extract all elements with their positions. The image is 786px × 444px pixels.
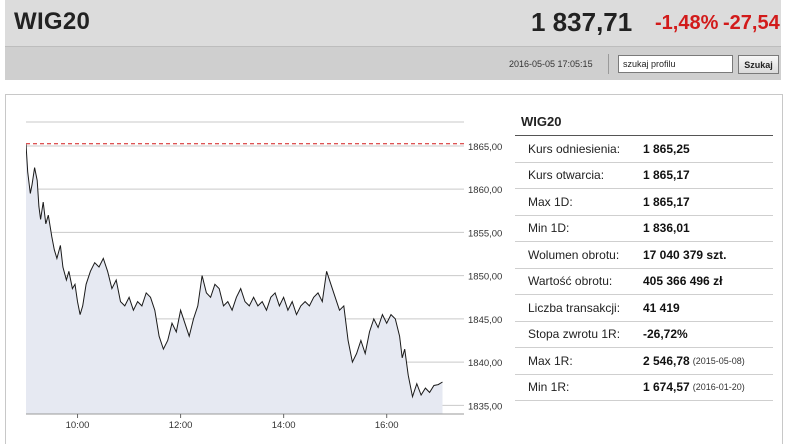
intraday-chart-svg: 1835,00 1840,00 1845,00 1850,00 1855,00 1860,… xyxy=(25,121,502,431)
stats-value: -26,72% xyxy=(643,327,688,342)
divider xyxy=(608,54,609,74)
stats-row: Max 1R: 2 546,78 (2015-05-08) xyxy=(515,348,773,375)
stats-table: WIG20 Kurs odniesienia: 1 865,25 Kurs otwa… xyxy=(515,108,773,401)
stats-label: Wartość obrotu: xyxy=(528,274,613,289)
stats-label: Stopa zwrotu 1R: xyxy=(528,327,621,342)
stats-label: Liczba transakcji: xyxy=(528,300,621,315)
stats-value: 17 040 379 szt. xyxy=(643,247,727,262)
last-price: 1 837,71 xyxy=(531,7,633,37)
stats-value: 1 865,17 xyxy=(643,194,690,209)
y-tick-label: 1835,00 xyxy=(468,401,502,412)
price-area xyxy=(26,144,443,414)
stats-row: Kurs odniesienia: 1 865,25 xyxy=(515,136,773,163)
quote-header: WIG20 1 837,71 -1,48% -27,54 2016-05-05 … xyxy=(5,0,781,80)
change-percent: -1,48% xyxy=(655,12,719,34)
stats-row: Kurs otwarcia: 1 865,17 xyxy=(515,163,773,189)
stats-value: 1 865,25 xyxy=(643,141,690,156)
stats-row: Wartość obrotu: 405 366 496 zł xyxy=(515,269,773,295)
stats-label: Wolumen obrotu: xyxy=(528,247,620,262)
stats-value: 2 546,78 xyxy=(643,353,690,368)
profile-search-input[interactable] xyxy=(618,55,733,73)
x-tick-label: 14:00 xyxy=(272,420,296,431)
stats-date: (2016-01-20) xyxy=(692,382,745,393)
stats-label: Kurs odniesienia: xyxy=(528,141,621,156)
stats-title: WIG20 xyxy=(515,108,773,136)
stats-value: 1 836,01 xyxy=(643,221,690,236)
y-tick-label: 1845,00 xyxy=(468,315,502,326)
search-button[interactable]: Szukaj xyxy=(738,55,779,74)
stats-label: Min 1R: xyxy=(528,380,570,395)
y-tick-label: 1855,00 xyxy=(468,228,502,239)
y-tick-label: 1840,00 xyxy=(468,358,502,369)
stats-label: Max 1R: xyxy=(528,353,573,368)
stats-date: (2015-05-08) xyxy=(692,355,745,366)
intraday-chart: 1835,00 1840,00 1845,00 1850,00 1855,00 1860,… xyxy=(25,114,506,444)
x-tick-label: 10:00 xyxy=(66,420,90,431)
stats-rows: Kurs odniesienia: 1 865,25 Kurs otwarcia: 1… xyxy=(515,136,773,401)
x-tick-label: 16:00 xyxy=(375,420,399,431)
stats-row: Max 1D: 1 865,17 xyxy=(515,189,773,216)
stats-value: 405 366 496 zł xyxy=(643,274,723,289)
stats-label: Min 1D: xyxy=(528,221,570,236)
stats-row: Min 1R: 1 674,57 (2016-01-20) xyxy=(515,375,773,401)
stats-label: Max 1D: xyxy=(528,194,573,209)
instrument-title: WIG20 xyxy=(14,8,91,35)
stats-row: Liczba transakcji: 41 419 xyxy=(515,295,773,322)
stats-value: 1 674,57 xyxy=(643,380,690,395)
stats-value: 41 419 xyxy=(643,300,680,315)
stats-label: Kurs otwarcia: xyxy=(528,168,605,183)
stats-row: Wolumen obrotu: 17 040 379 szt. xyxy=(515,242,773,269)
quote-timestamp: 2016-05-05 17:05:15 xyxy=(509,59,593,69)
y-tick-label: 1850,00 xyxy=(468,272,502,283)
y-tick-label: 1865,00 xyxy=(468,142,502,153)
y-tick-label: 1860,00 xyxy=(468,185,502,196)
x-tick-label: 12:00 xyxy=(169,420,193,431)
change-absolute: -27,54 xyxy=(723,12,780,34)
stats-value: 1 865,17 xyxy=(643,168,690,183)
stats-row: Min 1D: 1 836,01 xyxy=(515,216,773,242)
stats-row: Stopa zwrotu 1R: -26,72% xyxy=(515,322,773,348)
